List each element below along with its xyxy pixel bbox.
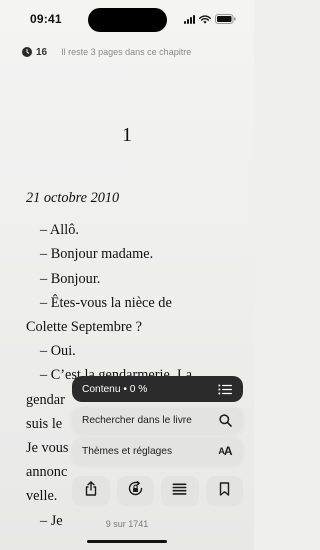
reader-menu: Contenu • 0 % Rechercher dans le livre T… — [72, 376, 243, 469]
text-size-icon: AA — [218, 444, 232, 458]
wifi-icon — [199, 14, 211, 24]
themes-settings-label: Thèmes et réglages — [82, 445, 173, 457]
status-icons — [184, 13, 236, 25]
dynamic-island — [88, 8, 167, 32]
status-time: 09:41 — [30, 12, 62, 26]
book-line: – Allô. — [40, 222, 79, 239]
book-line: – Oui. — [40, 343, 76, 360]
themes-settings-button[interactable]: Thèmes et réglages AA — [72, 438, 243, 464]
chapter-number: 1 — [122, 124, 132, 146]
pages-remaining-text: Il reste 3 pages dans ce chapitre — [61, 47, 192, 57]
book-line: – Bonjour. — [40, 270, 101, 287]
reading-timer-icon — [22, 47, 32, 57]
search-book-label: Rechercher dans le livre — [82, 414, 192, 426]
text-layout-button[interactable] — [161, 476, 199, 506]
list-icon — [217, 381, 233, 397]
reading-minutes: 16 — [36, 46, 48, 58]
rotation-lock-button[interactable] — [116, 476, 154, 506]
bookmark-icon — [219, 481, 230, 501]
book-line: – Êtes-vous la nièce de — [40, 294, 172, 311]
bookmark-button[interactable] — [205, 476, 243, 506]
battery-icon — [215, 14, 236, 24]
ebook-reader-screen: 09:41 16 Il reste 3 pages dans ce chapit… — [0, 0, 254, 550]
quick-actions-bar — [72, 476, 243, 506]
cellular-signal-icon — [184, 14, 195, 24]
contents-label: Contenu • 0 % — [82, 383, 148, 395]
text-lines-icon — [172, 482, 187, 500]
share-icon — [84, 481, 98, 501]
home-indicator[interactable] — [87, 540, 167, 543]
contents-button[interactable]: Contenu • 0 % — [72, 376, 243, 402]
book-line: Colette Septembre ? — [26, 319, 142, 336]
search-book-button[interactable]: Rechercher dans le livre — [72, 407, 243, 433]
search-icon — [217, 412, 233, 428]
share-button[interactable] — [72, 476, 110, 506]
chapter-date: 21 octobre 2010 — [26, 190, 120, 206]
page-indicator: 9 sur 1741 — [105, 519, 149, 529]
book-line: – Bonjour madame. — [40, 246, 154, 263]
reading-progress-header: 16 Il reste 3 pages dans ce chapitre — [22, 44, 191, 60]
rotation-lock-icon — [127, 480, 144, 502]
status-bar: 09:41 — [0, 0, 254, 38]
